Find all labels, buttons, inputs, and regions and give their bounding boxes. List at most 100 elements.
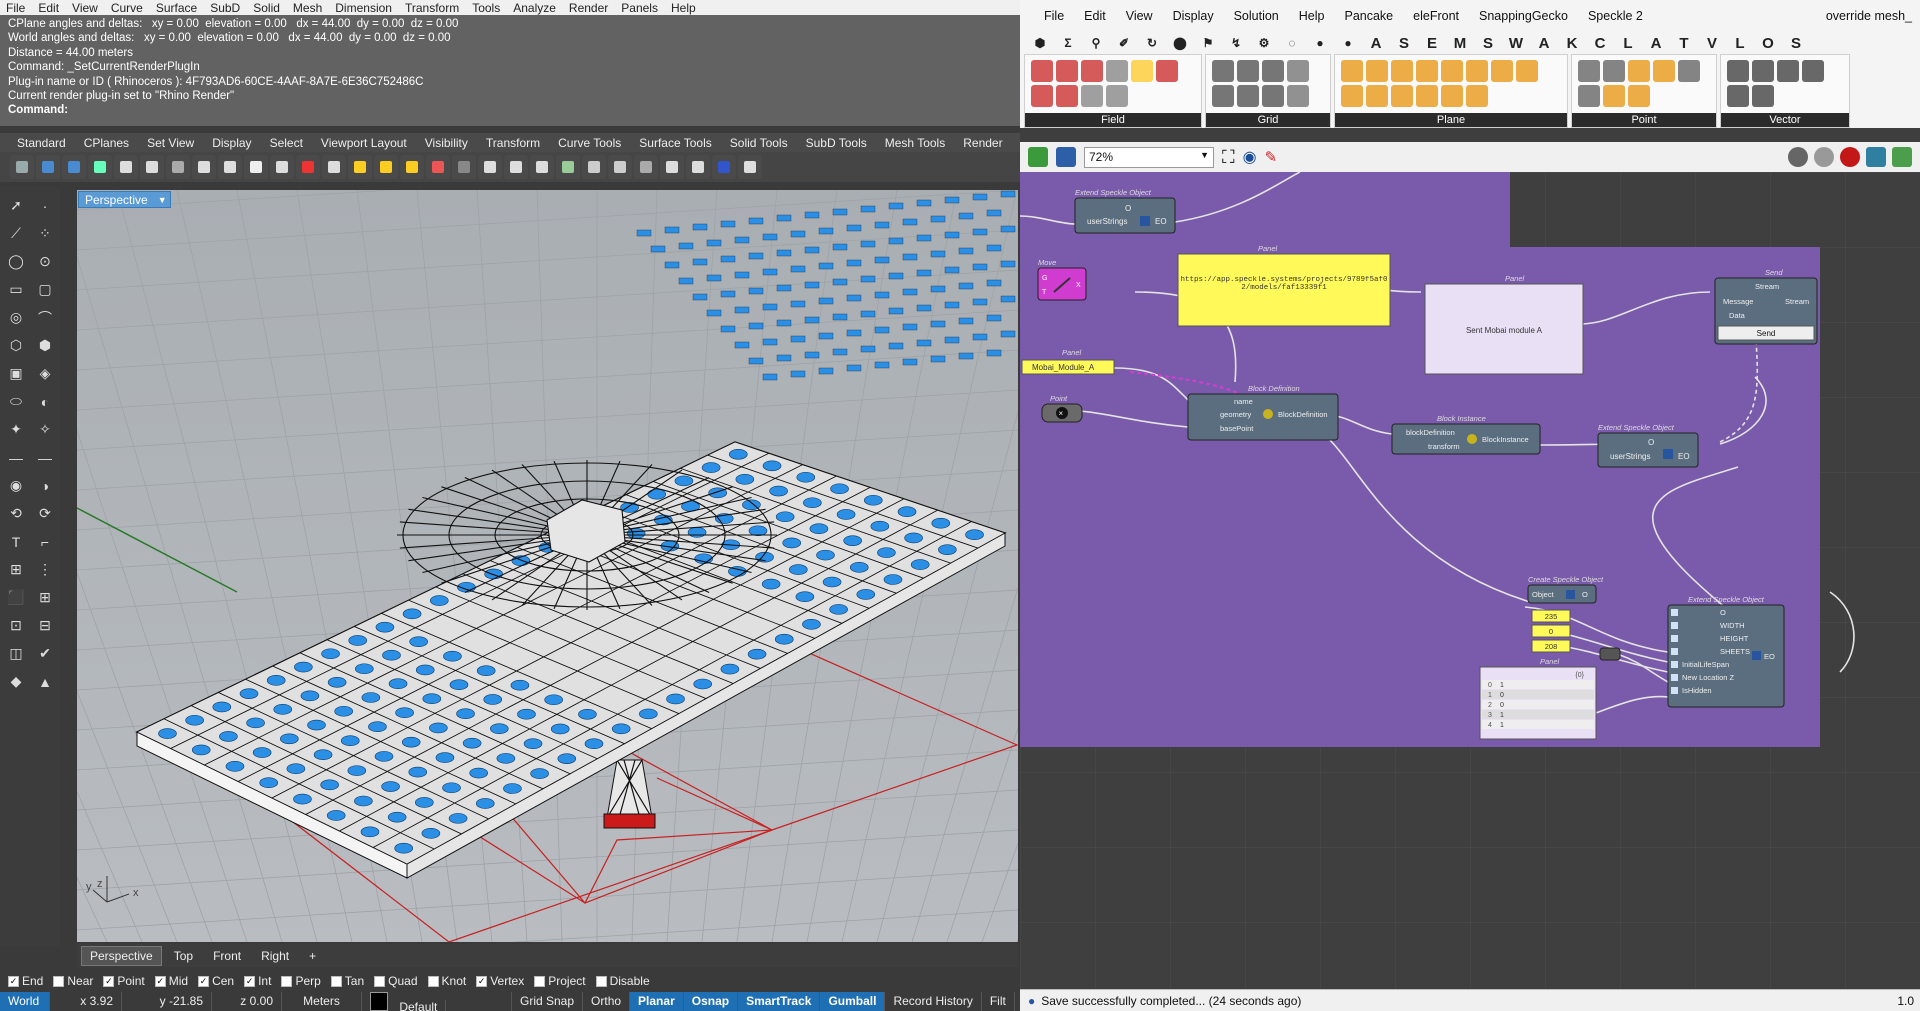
toolbar-tool-icon[interactable] — [452, 155, 476, 179]
tool-icon[interactable]: ⊡ — [2, 612, 30, 639]
open-file-icon[interactable] — [1028, 147, 1048, 167]
toolbar-tool-icon[interactable] — [322, 155, 346, 179]
tool-icon[interactable]: ⬢ — [31, 332, 59, 359]
tool-icon[interactable]: ⊞ — [31, 584, 59, 611]
toolbar-tab-mesh-tools[interactable]: Mesh Tools — [876, 136, 954, 150]
checkbox[interactable]: ✓ — [103, 975, 115, 987]
toggle-grid-snap[interactable]: Grid Snap — [512, 992, 584, 1011]
viewport-tab-perspective[interactable]: Perspective — [81, 945, 162, 966]
gh-menu-speckle-2[interactable]: Speckle 2 — [1578, 9, 1653, 23]
osnap-point[interactable]: ✓ Point — [103, 974, 145, 988]
component-tab-icon[interactable]: ↯ — [1224, 36, 1248, 50]
component-tab[interactable]: C — [1588, 35, 1612, 52]
viewport-tab-right[interactable]: Right — [253, 947, 297, 965]
component-icon[interactable] — [1262, 85, 1284, 107]
osnap-end[interactable]: ✓ End — [8, 974, 43, 988]
toolbar-tab-cplanes[interactable]: CPlanes — [75, 136, 138, 150]
osnap-project[interactable]: Project — [534, 974, 586, 988]
toolbar-tab-select[interactable]: Select — [261, 136, 312, 150]
preview-mode-icon[interactable] — [1788, 147, 1808, 167]
component-icon[interactable] — [1491, 60, 1513, 82]
component-tab[interactable]: E — [1420, 35, 1444, 52]
osnap-mid[interactable]: ✓ Mid — [154, 974, 188, 988]
component-icon[interactable] — [1156, 60, 1178, 82]
toolbar-tab-render[interactable]: Render — [954, 136, 1011, 150]
component-tab[interactable]: O — [1756, 35, 1780, 52]
component-tab-icon[interactable]: ⬢ — [1028, 36, 1052, 50]
osnap-cen[interactable]: ✓ Cen — [198, 974, 234, 988]
toolbar-tool-icon[interactable] — [608, 155, 632, 179]
toggle-ortho[interactable]: Ortho — [583, 992, 631, 1011]
toolbar-tool-icon[interactable] — [504, 155, 528, 179]
component-tab[interactable]: S — [1392, 35, 1416, 52]
toggle-filt[interactable]: Filt — [982, 992, 1015, 1011]
checkbox[interactable]: ✓ — [476, 975, 488, 987]
value-chip[interactable]: 208 — [1531, 639, 1571, 653]
component-tab-icon[interactable]: ◌ — [1280, 36, 1304, 50]
component-icon[interactable] — [1131, 60, 1153, 82]
chevron-down-icon[interactable]: ▼ — [1200, 150, 1209, 160]
component-icon[interactable] — [1391, 85, 1413, 107]
gh-menu-elefront[interactable]: eleFront — [1403, 9, 1469, 23]
component-icon[interactable] — [1031, 85, 1053, 107]
tool-icon[interactable]: ◑ — [31, 472, 59, 499]
toolbar-tool-icon[interactable] — [270, 155, 294, 179]
add-viewport-button[interactable]: + — [301, 947, 324, 965]
checkbox[interactable] — [534, 975, 546, 987]
preview-wire-icon[interactable] — [1814, 147, 1834, 167]
component-tab-icon[interactable]: ● — [1336, 36, 1360, 50]
toolbar-tool-icon[interactable] — [10, 155, 34, 179]
tool-icon[interactable]: ✦ — [2, 416, 30, 443]
perspective-viewport[interactable]: z x y — [77, 190, 1018, 942]
component-icon[interactable] — [1466, 60, 1488, 82]
checkbox[interactable] — [281, 975, 293, 987]
checkbox[interactable] — [374, 975, 386, 987]
component-icon[interactable] — [1341, 60, 1363, 82]
menu-view[interactable]: View — [72, 1, 98, 15]
toolbar-tab-visibility[interactable]: Visibility — [416, 136, 477, 150]
toolbar-tab-curve-tools[interactable]: Curve Tools — [549, 136, 630, 150]
component-tab-icon[interactable]: Σ — [1056, 36, 1080, 50]
tool-icon[interactable]: ⟋ — [2, 220, 30, 247]
checkbox[interactable]: ✓ — [244, 975, 256, 987]
toolbar-tool-icon[interactable] — [36, 155, 60, 179]
menu-panels[interactable]: Panels — [621, 1, 658, 15]
toolbar-tab-display[interactable]: Display — [203, 136, 260, 150]
save-file-icon[interactable] — [1056, 147, 1076, 167]
component-icon[interactable] — [1578, 60, 1600, 82]
toolbar-tool-icon[interactable] — [88, 155, 112, 179]
tool-icon[interactable]: ⋮ — [31, 556, 59, 583]
gh-menu-solution[interactable]: Solution — [1224, 9, 1289, 23]
toolbar-tool-icon[interactable] — [738, 155, 762, 179]
toolbar-tool-icon[interactable] — [296, 155, 320, 179]
tool-icon[interactable]: ◎ — [2, 304, 30, 331]
value-chip[interactable]: 0 — [1531, 624, 1571, 638]
menu-edit[interactable]: Edit — [38, 1, 59, 15]
component-tab-icon[interactable]: ↻ — [1140, 36, 1164, 50]
menu-tools[interactable]: Tools — [472, 1, 500, 15]
menu-render[interactable]: Render — [569, 1, 608, 15]
gh-menu-pancake[interactable]: Pancake — [1334, 9, 1403, 23]
component-icon[interactable] — [1578, 85, 1600, 107]
component-tab-icon[interactable]: ⬤ — [1168, 36, 1192, 50]
tool-icon[interactable]: ◐ — [31, 388, 59, 415]
component-icon[interactable] — [1081, 60, 1103, 82]
checkbox[interactable]: ✓ — [198, 975, 210, 987]
component-tab[interactable]: A — [1532, 35, 1556, 52]
tool-icon[interactable]: ⟳ — [31, 500, 59, 527]
toolbar-tab-viewport-layout[interactable]: Viewport Layout — [312, 136, 416, 150]
toolbar-tool-icon[interactable] — [348, 155, 372, 179]
component-icon[interactable] — [1628, 60, 1650, 82]
component-tab[interactable]: T — [1672, 35, 1696, 52]
component-icon[interactable] — [1106, 85, 1128, 107]
osnap-vertex[interactable]: ✓ Vertex — [476, 974, 524, 988]
toolbar-tool-icon[interactable] — [556, 155, 580, 179]
component-tab-icon[interactable]: ⚲ — [1084, 36, 1108, 50]
component-icon[interactable] — [1237, 60, 1259, 82]
tool-icon[interactable]: ◯ — [2, 248, 30, 275]
tool-icon[interactable]: ⟲ — [2, 500, 30, 527]
component-icon[interactable] — [1678, 60, 1700, 82]
checkbox[interactable] — [53, 975, 65, 987]
toolbar-tool-icon[interactable] — [582, 155, 606, 179]
toolbar-tool-icon[interactable] — [140, 155, 164, 179]
